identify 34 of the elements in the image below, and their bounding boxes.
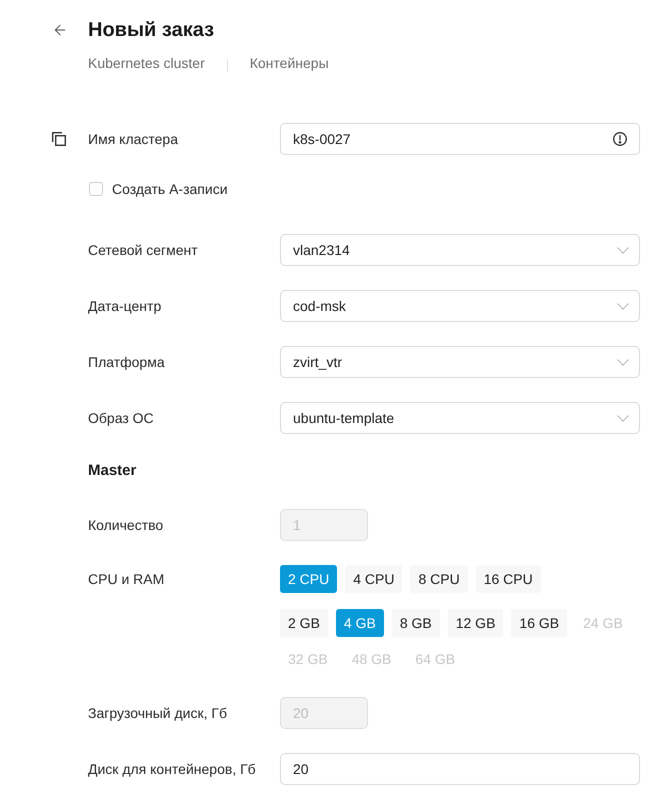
checkbox[interactable]: [89, 182, 103, 196]
breadcrumb-item[interactable]: Контейнеры: [250, 53, 329, 73]
field-label: Загрузочный диск, Гб: [88, 704, 228, 723]
copy-icon[interactable]: [52, 132, 66, 146]
cpu-option-button[interactable]: 4 CPU: [345, 565, 402, 593]
field-label: Дата-центр: [88, 297, 162, 316]
select-field[interactable]: cod-msk: [280, 290, 640, 322]
ram-option-button[interactable]: 16 GB: [511, 609, 568, 637]
field-label: CPU и RAM: [88, 570, 164, 589]
chevron-down-icon: [617, 414, 629, 422]
ram-option-button[interactable]: 8 GB: [392, 609, 440, 637]
cpu-option-button[interactable]: 16 CPU: [476, 565, 541, 593]
breadcrumb-item[interactable]: Kubernetes cluster: [88, 53, 205, 73]
select-field[interactable]: ubuntu-template: [280, 402, 640, 434]
field-label: Имя кластера: [88, 130, 178, 149]
checkbox-label[interactable]: Создать А-записи: [112, 179, 228, 199]
cpu-option-button[interactable]: 8 CPU: [410, 565, 468, 593]
field-label: Сетевой сегмент: [88, 241, 198, 260]
field-label: Диск для контейнеров, Гб: [88, 760, 256, 779]
select-field[interactable]: vlan2314: [280, 234, 640, 266]
field-label: Образ ОС: [88, 409, 154, 428]
chevron-down-icon: [617, 358, 629, 366]
field-label: Количество: [88, 516, 164, 535]
ram-option-button[interactable]: 12 GB: [448, 609, 504, 637]
section-heading: Master: [88, 462, 136, 479]
chevron-down-icon: [617, 246, 629, 254]
back-arrow-icon[interactable]: [52, 22, 68, 38]
ram-option-button[interactable]: 2 GB: [280, 609, 328, 637]
select-field[interactable]: zvirt_vtr: [280, 346, 640, 378]
page-title: Новый заказ: [88, 18, 214, 43]
input-field[interactable]: k8s-0027: [280, 123, 640, 155]
chevron-down-icon: [617, 302, 629, 310]
input-field[interactable]: 20: [280, 753, 640, 785]
field-label: Платформа: [88, 353, 165, 372]
